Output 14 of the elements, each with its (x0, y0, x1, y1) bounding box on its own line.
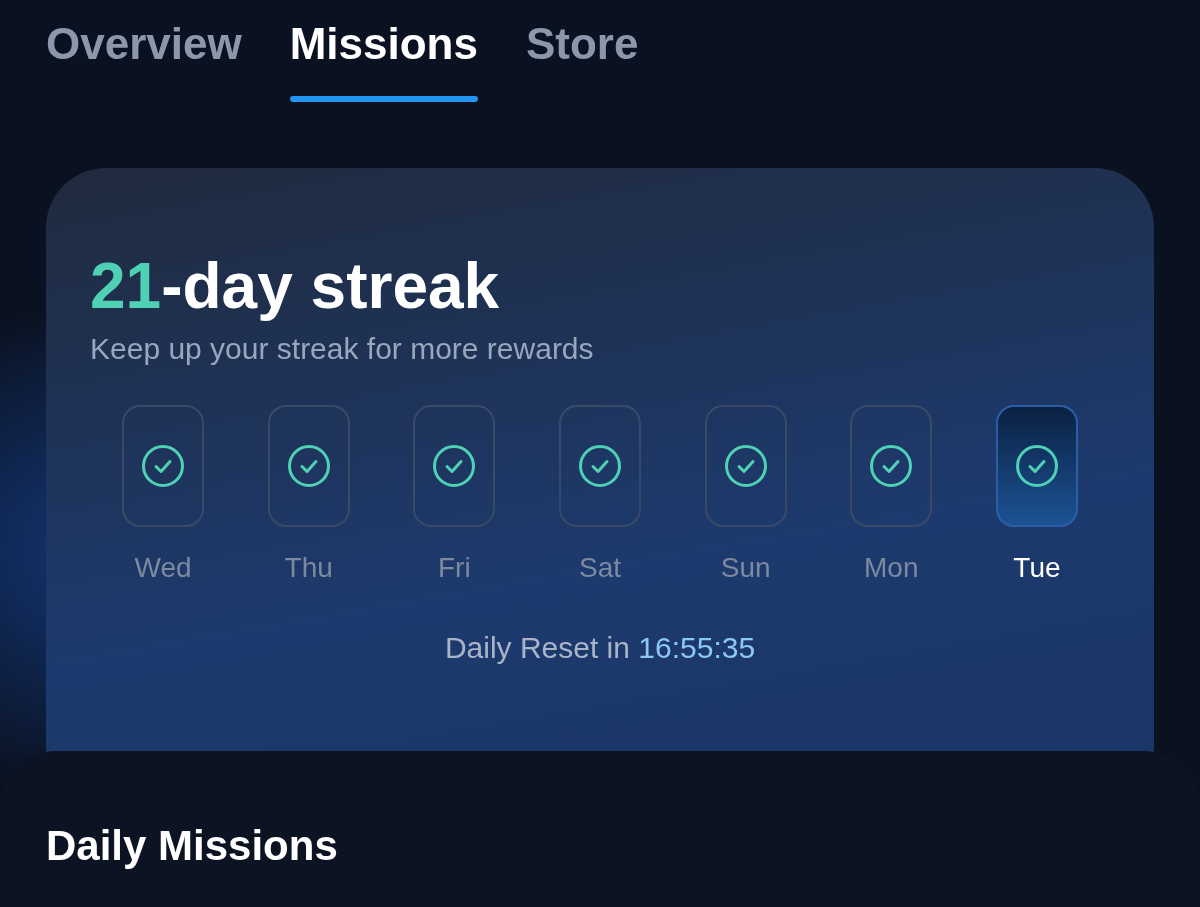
tab[interactable]: Missions (289, 18, 478, 102)
streak-subtitle: Keep up your streak for more rewards (90, 331, 595, 367)
streak-title: 21-day streak (90, 249, 501, 324)
day-label: Mon (864, 551, 919, 585)
daily-reset-text: Daily Reset in 16:55:35 (444, 630, 756, 666)
day-label: Thu (284, 551, 333, 585)
day-label: Wed (134, 551, 192, 585)
day-label: Sat (578, 551, 621, 585)
tab[interactable]: Store (525, 18, 639, 102)
section-title: Daily Missions (46, 821, 339, 871)
day-label: Tue (1013, 551, 1061, 585)
day-label: Sun (720, 551, 771, 585)
tab[interactable]: Overview (46, 18, 242, 102)
day-label: Fri (438, 551, 471, 585)
